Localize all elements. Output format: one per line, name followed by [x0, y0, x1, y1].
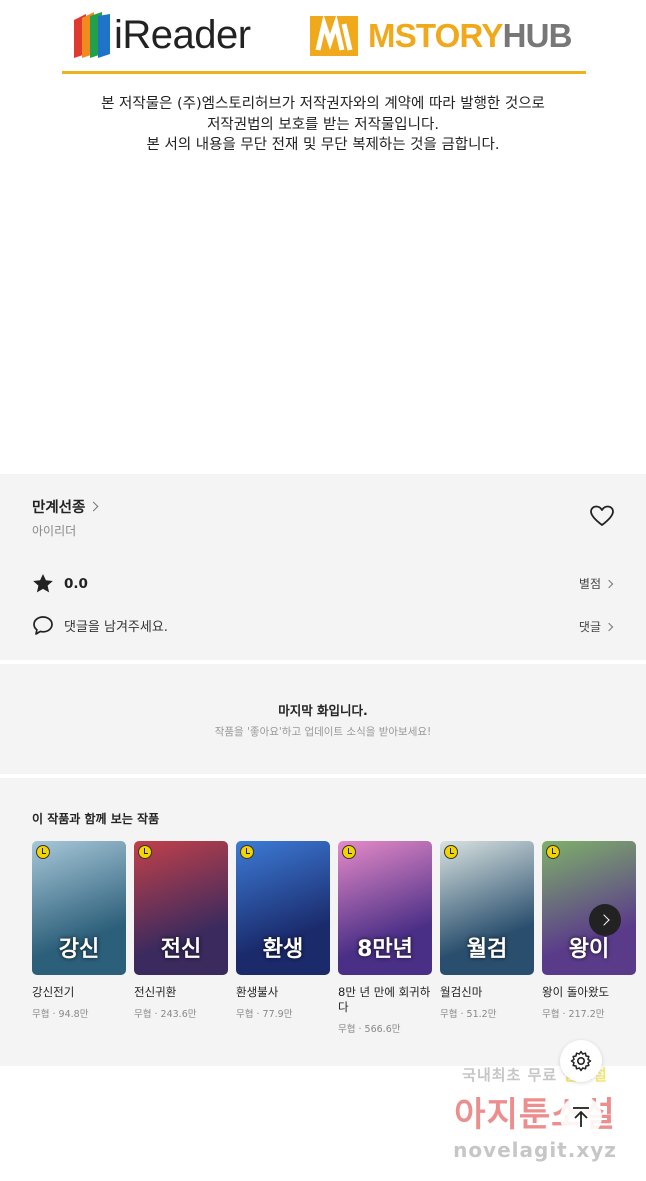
clock-badge-icon [240, 845, 254, 859]
card-title[interactable]: 전신귀환 [134, 985, 228, 1000]
divider-line [62, 71, 586, 74]
cover-title: 월검 [466, 937, 508, 962]
mstoryhub-wordmark: MSTORYHUB [368, 17, 572, 55]
hub-word: HUB [502, 17, 573, 54]
recommendation-card[interactable]: 왕이 왕이 돌아왔도 무협 · 217.2만 [542, 841, 636, 1020]
card-meta: 무협 · 243.6만 [134, 1009, 197, 1020]
carousel-next-button[interactable] [589, 904, 621, 936]
comment-prompt-text: 댓글을 남겨주세요. [64, 620, 168, 635]
card-views: 243.6만 [160, 1009, 197, 1020]
card-cover[interactable]: 환생 [236, 841, 330, 975]
card-genre: 무협 [236, 1009, 254, 1020]
card-genre: 무협 [440, 1009, 458, 1020]
copyright-banner: iReader MSTORYHUB 본 저작물은 (주)엠스토리허브가 저작권자… [0, 0, 646, 470]
cover-title: 전신 [160, 937, 202, 962]
last-episode-subtitle: 작품을 '좋아요'하고 업데이트 소식을 받아보세요! [214, 726, 432, 738]
comment-icon [33, 616, 53, 635]
card-genre: 무협 [338, 1024, 356, 1035]
scroll-top-button[interactable] [560, 1096, 602, 1138]
comment-link[interactable]: 댓글 [578, 618, 614, 635]
last-episode-title: 마지막 화입니다. [278, 703, 368, 718]
card-cover[interactable]: 월검 [440, 841, 534, 975]
card-title[interactable]: 월검신마 [440, 985, 534, 1000]
notice-line: 저작권법의 보호를 받는 저작물입니다. [207, 116, 439, 133]
card-views: 77.9만 [262, 1009, 293, 1020]
publisher-logos: iReader MSTORYHUB [62, 6, 586, 66]
card-meta: 무협 · 77.9만 [236, 1009, 293, 1020]
chevron-right-icon [88, 501, 99, 512]
ireader-book-icon [74, 12, 110, 58]
notice-line: 본 저작물은 (주)엠스토리허브가 저작권자와의 계약에 따라 발행한 것으로 [101, 96, 545, 112]
clock-badge-icon [444, 845, 458, 859]
ireader-logo: iReader [72, 6, 251, 64]
card-cover[interactable]: 8만년 [338, 841, 432, 975]
chevron-right-icon [604, 579, 614, 588]
gear-icon [570, 1050, 592, 1072]
watermark: 국내최초 무료 웹소설 아지툰소설 novelagit.xyz [430, 1064, 640, 1162]
card-genre: 무협 [32, 1009, 50, 1020]
card-views: 51.2만 [466, 1009, 497, 1020]
series-title-link[interactable]: 만계선종 [32, 496, 99, 517]
mstoryhub-logo: MSTORYHUB [308, 10, 572, 62]
watermark-line-1: 국내최초 무료 웹소설 [430, 1064, 640, 1085]
rating-row: 0.0 [32, 573, 88, 594]
cover-title: 8만년 [357, 937, 413, 962]
card-views: 566.6만 [364, 1024, 401, 1035]
card-views: 94.8만 [58, 1009, 89, 1020]
watermark-text: 국내최초 무료 [462, 1066, 558, 1084]
rating-link-label: 별점 [578, 577, 601, 591]
cover-title: 강신 [58, 937, 100, 962]
clock-badge-icon [546, 845, 560, 859]
card-genre: 무협 [134, 1009, 152, 1020]
card-meta: 무협 · 51.2만 [440, 1009, 497, 1020]
card-title[interactable]: 8만 년 만에 회귀하다 [338, 985, 432, 1015]
settings-button[interactable] [560, 1040, 602, 1082]
recommendations-heading: 이 작품과 함께 보는 작품 [32, 812, 160, 826]
rating-link[interactable]: 별점 [578, 575, 614, 592]
rating-value: 0.0 [64, 575, 88, 592]
recommendation-card[interactable]: 강신 강신전기 무협 · 94.8만 [32, 841, 126, 1020]
chevron-right-icon [604, 622, 614, 631]
heart-icon[interactable] [589, 504, 615, 528]
recommendation-carousel[interactable]: 강신 강신전기 무협 · 94.8만 전신 전신귀환 무협 · 243.6만 환… [32, 841, 646, 1041]
card-meta: 무협 · 217.2만 [542, 1009, 605, 1020]
watermark-line-2: 아지툰소설 [454, 1095, 616, 1135]
mstory-word: MSTORY [368, 17, 503, 54]
mstoryhub-emblem-icon [310, 14, 358, 56]
series-author: 아이리더 [32, 524, 77, 538]
recommendation-card[interactable]: 8만년 8만 년 만에 회귀하다 무협 · 566.6만 [338, 841, 432, 1035]
clock-badge-icon [342, 845, 356, 859]
series-title: 만계선종 [32, 500, 86, 516]
series-info-panel: 만계선종 아이리더 0.0 별점 댓글을 남겨주세요. 댓글 [0, 474, 646, 660]
watermark-line-3: novelagit.xyz [453, 1138, 617, 1162]
card-meta: 무협 · 566.6만 [338, 1024, 401, 1035]
clock-badge-icon [138, 845, 152, 859]
recommendations-panel: 이 작품과 함께 보는 작품 강신 강신전기 무협 · 94.8만 전신 전신귀… [0, 778, 646, 1066]
card-meta: 무협 · 94.8만 [32, 1009, 89, 1020]
cover-title: 환생 [262, 937, 304, 962]
clock-badge-icon [36, 845, 50, 859]
card-title[interactable]: 왕이 돌아왔도 [542, 985, 636, 1000]
last-episode-panel: 마지막 화입니다. 작품을 '좋아요'하고 업데이트 소식을 받아보세요! [0, 664, 646, 774]
star-icon [33, 574, 53, 593]
card-genre: 무협 [542, 1009, 560, 1020]
chevron-right-icon [597, 914, 610, 926]
arrow-up-icon [573, 1107, 589, 1127]
card-cover[interactable]: 강신 [32, 841, 126, 975]
comment-link-label: 댓글 [578, 620, 601, 634]
recommendation-card[interactable]: 월검 월검신마 무협 · 51.2만 [440, 841, 534, 1020]
notice-line: 본 서의 내용을 무단 전재 및 무단 복제하는 것을 금합니다. [146, 137, 500, 153]
copyright-notice: 본 저작물은 (주)엠스토리허브가 저작권자와의 계약에 따라 발행한 것으로 … [0, 94, 646, 156]
recommendation-card[interactable]: 환생 환생불사 무협 · 77.9만 [236, 841, 330, 1020]
comment-prompt[interactable]: 댓글을 남겨주세요. [32, 615, 168, 636]
card-title[interactable]: 환생불사 [236, 985, 330, 1000]
card-cover[interactable]: 왕이 [542, 841, 636, 975]
card-cover[interactable]: 전신 [134, 841, 228, 975]
ireader-wordmark: iReader [114, 12, 251, 57]
cover-title: 왕이 [568, 937, 610, 962]
card-title[interactable]: 강신전기 [32, 985, 126, 1000]
card-views: 217.2만 [568, 1009, 605, 1020]
recommendation-card[interactable]: 전신 전신귀환 무협 · 243.6만 [134, 841, 228, 1020]
